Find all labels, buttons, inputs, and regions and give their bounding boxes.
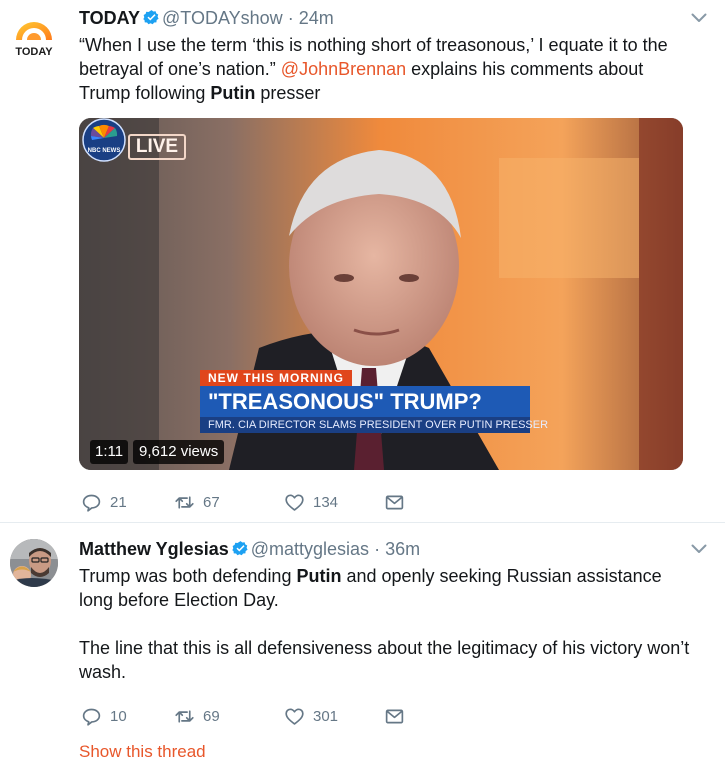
chevron-down-icon[interactable] bbox=[691, 13, 707, 23]
tweet-paragraph: Trump was both defending Putin and openl… bbox=[79, 564, 699, 612]
like-button[interactable]: 301 bbox=[284, 704, 338, 728]
verified-icon bbox=[143, 10, 159, 25]
direct-message-button[interactable] bbox=[384, 704, 413, 728]
avatar-photo bbox=[10, 539, 58, 587]
retweet-icon bbox=[175, 495, 194, 509]
video-player[interactable]: LIVE NEW THIS MORNING "TREASONOUS" TRUMP… bbox=[79, 118, 683, 470]
like-count: 301 bbox=[313, 707, 339, 725]
meta-separator: · bbox=[287, 8, 294, 28]
chyron-subheadline: FMR. CIA DIRECTOR SLAMS PRESIDENT OVER P… bbox=[200, 417, 548, 433]
retweet-count: 67 bbox=[203, 493, 220, 511]
reply-icon bbox=[82, 494, 101, 512]
author-name[interactable]: TODAY bbox=[79, 8, 140, 28]
tweet-text-part: Trump was both defending bbox=[79, 566, 297, 586]
like-icon bbox=[285, 493, 304, 511]
verified-icon bbox=[232, 541, 248, 556]
tweet-text: Trump was both defending Putin and openl… bbox=[79, 564, 699, 684]
author-handle[interactable]: @TODAYshow bbox=[162, 8, 283, 28]
direct-message-icon bbox=[385, 709, 404, 723]
retweet-count: 69 bbox=[203, 707, 220, 725]
reply-button[interactable]: 10 bbox=[81, 704, 127, 728]
live-tag: LIVE bbox=[128, 134, 186, 160]
meta-separator: · bbox=[374, 539, 381, 559]
nbc-news-logo-icon: NBC NEWS bbox=[82, 118, 126, 162]
tweet-today[interactable]: TODAY TODAY @TODAYshow · 24m “When I use … bbox=[0, 0, 725, 522]
mention-link[interactable]: @JohnBrennan bbox=[281, 59, 406, 79]
reply-count: 21 bbox=[110, 493, 127, 511]
tweet-text-bold: Putin bbox=[210, 83, 256, 103]
tweet-header: Matthew Yglesias @mattyglesias · 36m bbox=[79, 537, 420, 561]
retweet-icon bbox=[175, 709, 194, 723]
tweet-text: “When I use the term ‘this is nothing sh… bbox=[79, 33, 699, 105]
tweet-header: TODAY @TODAYshow · 24m bbox=[79, 6, 334, 30]
direct-message-button[interactable] bbox=[384, 490, 413, 514]
like-icon bbox=[285, 707, 304, 725]
like-button[interactable]: 134 bbox=[284, 490, 338, 514]
retweet-button[interactable]: 67 bbox=[174, 490, 220, 514]
reply-button[interactable]: 21 bbox=[81, 490, 127, 514]
tweet-paragraph: The line that this is all defensiveness … bbox=[79, 638, 690, 682]
author-name[interactable]: Matthew Yglesias bbox=[79, 539, 229, 559]
avatar-label: TODAY bbox=[15, 46, 53, 58]
author-handle[interactable]: @mattyglesias bbox=[251, 539, 369, 559]
tweet-timestamp[interactable]: 24m bbox=[299, 8, 334, 28]
today-avatar[interactable]: TODAY bbox=[10, 10, 58, 58]
chevron-down-icon[interactable] bbox=[691, 544, 707, 554]
network-label: NBC NEWS bbox=[88, 148, 121, 154]
today-logo-icon: TODAY bbox=[15, 22, 53, 58]
tweet-yglesias[interactable]: Matthew Yglesias @mattyglesias · 36m Trum… bbox=[0, 523, 725, 762]
like-count: 134 bbox=[313, 493, 339, 511]
tweet-text-bold: Putin bbox=[296, 566, 342, 586]
retweet-button[interactable]: 69 bbox=[174, 704, 220, 728]
chyron-headline: "TREASONOUS" TRUMP? bbox=[200, 386, 530, 418]
author-avatar[interactable] bbox=[10, 539, 58, 587]
reply-icon bbox=[82, 708, 101, 726]
reply-count: 10 bbox=[110, 707, 127, 725]
chyron-kicker: NEW THIS MORNING bbox=[200, 370, 352, 386]
tweet-timestamp[interactable]: 36m bbox=[385, 539, 420, 559]
video-views: 9,612 views bbox=[133, 440, 225, 464]
direct-message-icon bbox=[385, 495, 404, 509]
video-duration: 1:11 bbox=[90, 440, 129, 464]
show-thread-link[interactable]: Show this thread bbox=[79, 741, 206, 762]
tweet-text-part: presser bbox=[255, 83, 321, 103]
